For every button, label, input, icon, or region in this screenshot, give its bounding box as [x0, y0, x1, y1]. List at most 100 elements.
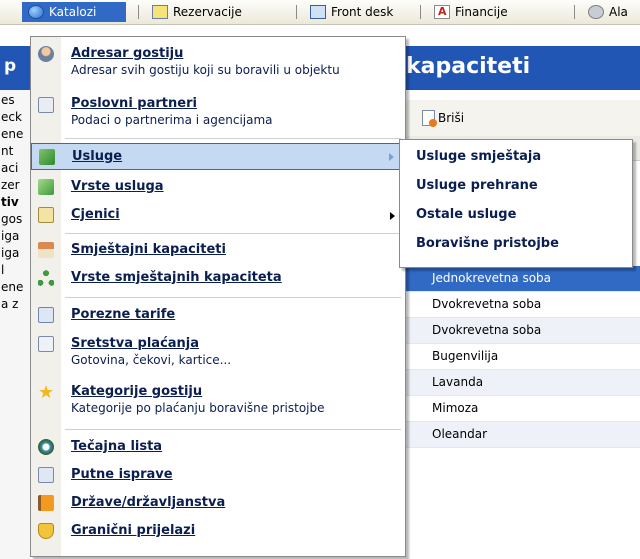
menu-item-label: Vrste usluga — [71, 179, 164, 194]
left-panel-item[interactable]: zer — [0, 177, 30, 194]
submenu-item-ostale-usluge[interactable]: Ostale usluge — [416, 207, 516, 222]
menu-item-label: Granični prijelazi — [71, 523, 196, 538]
menu-financije[interactable]: A Financije — [428, 2, 514, 22]
menu-item-label: Putne isprave — [71, 467, 173, 482]
menu-item-tecajna-lista[interactable]: Tečajna lista — [31, 435, 405, 460]
submenu-item-usluge-smjestaja[interactable]: Usluge smještaja — [416, 149, 541, 164]
left-panel-item[interactable]: nt — [0, 143, 30, 160]
delete-button-label: Briši — [438, 111, 465, 125]
price-list-icon — [38, 207, 54, 223]
delete-doc-icon — [422, 110, 437, 127]
payment-card-icon — [38, 336, 54, 352]
menu-item-description: Gotovina, čekovi, kartice... — [71, 353, 232, 367]
menu-separator — [138, 5, 139, 19]
menu-separator — [296, 5, 297, 19]
table-row[interactable]: Mimoza — [404, 396, 640, 422]
menu-katalozi[interactable]: Katalozi — [22, 2, 126, 22]
menu-item-label: Tečajna lista — [71, 439, 163, 454]
left-panel-item[interactable]: es — [0, 92, 30, 109]
table-row[interactable]: Lavanda — [404, 370, 640, 396]
left-panel: es eck ene nt aci zer tiv gos iga iga l … — [0, 90, 30, 559]
menu-item-smjestajni-kapaciteti[interactable]: Smještajni kapaciteti — [31, 238, 405, 263]
menu-item-usluge[interactable]: Usluge — [31, 143, 405, 170]
house-icon — [38, 242, 54, 258]
left-panel-header: p — [0, 46, 30, 90]
left-panel-item[interactable]: ene — [0, 279, 30, 296]
menu-item-label: Usluge — [72, 149, 123, 164]
menu-item-label: Kategorije gostiju — [71, 384, 203, 399]
menu-rezervacije[interactable]: Rezervacije — [146, 2, 248, 22]
submenu-arrow-icon — [389, 153, 394, 161]
menu-item-label: Adresar gostiju — [71, 46, 184, 61]
menu-item-label: Države/državljanstva — [71, 495, 226, 510]
finance-icon: A — [434, 5, 450, 19]
left-panel-item[interactable]: gos — [0, 211, 30, 228]
menu-item-vrste-smjestajnih[interactable]: Vrste smještajnih kapaciteta — [31, 266, 405, 291]
menu-separator — [65, 429, 401, 430]
table-row[interactable]: Jednokrevetna soba — [404, 266, 640, 292]
menu-item-adresar-gostiju[interactable]: Adresar gostiju Adresar svih gostiju koj… — [31, 41, 405, 85]
left-panel-header-text: p — [4, 56, 17, 76]
menubar: Katalozi Rezervacije Front desk A Financ… — [0, 0, 640, 25]
katalozi-dropdown: Adresar gostiju Adresar svih gostiju koj… — [30, 36, 406, 557]
menu-rezervacije-label: Rezervacije — [173, 5, 242, 19]
tax-document-icon — [38, 307, 54, 323]
table-row[interactable]: Dvokrevetna soba — [404, 318, 640, 344]
menu-item-kategorije-gostiju[interactable]: ★ Kategorije gostiju Kategorije po plaća… — [31, 379, 405, 423]
menu-item-cjenici[interactable]: Cjenici — [31, 203, 405, 228]
page-title: kapaciteti — [406, 54, 531, 79]
toolbar: Briši — [404, 100, 640, 136]
menu-item-label: Smještajni kapaciteti — [71, 242, 226, 257]
menu-item-porezne-tarife[interactable]: Porezne tarife — [31, 303, 405, 328]
menu-item-description: Adresar svih gostiju koji su boravili u … — [71, 63, 340, 77]
table-row[interactable]: Bugenvilija — [404, 344, 640, 370]
menu-katalozi-label: Katalozi — [49, 5, 97, 19]
menu-item-description: Kategorije po plaćanju boravišne pristoj… — [71, 401, 325, 415]
menu-item-putne-isprave[interactable]: Putne isprave — [31, 463, 405, 488]
left-panel-item[interactable]: l — [0, 262, 30, 279]
submenu-item-boravisne-pristojbe[interactable]: Boravišne pristojbe — [416, 236, 559, 251]
left-panel-item[interactable]: iga — [0, 245, 30, 262]
menu-item-sretstva-placanja[interactable]: Sretstva plaćanja Gotovina, čekovi, kart… — [31, 331, 405, 375]
menu-item-label: Cjenici — [71, 207, 120, 222]
menu-separator — [65, 138, 401, 139]
puzzle-icon — [39, 149, 55, 165]
menu-item-label: Poslovni partneri — [71, 96, 197, 111]
passport-icon — [38, 467, 54, 483]
capacity-list: Jednokrevetna soba Dvokrevetna soba Dvok… — [404, 266, 640, 448]
hierarchy-icon — [38, 270, 54, 286]
partner-card-icon — [38, 97, 54, 113]
menu-financije-label: Financije — [455, 5, 508, 19]
menu-item-label: Sretstva plaćanja — [71, 336, 200, 351]
flag-icon — [38, 495, 54, 511]
submenu-item-usluge-prehrane[interactable]: Usluge prehrane — [416, 178, 538, 193]
star-icon: ★ — [38, 382, 55, 403]
puzzle-grid-icon — [38, 179, 54, 195]
submenu-arrow-icon — [390, 212, 395, 220]
menu-item-vrste-usluga[interactable]: Vrste usluga — [31, 175, 405, 200]
usluge-submenu: Usluge smještaja Usluge prehrane Ostale … — [399, 139, 633, 268]
left-panel-item[interactable]: eck — [0, 109, 30, 126]
menu-ala-label: Ala — [609, 5, 628, 19]
menu-separator — [574, 5, 575, 19]
left-panel-item[interactable]: iga — [0, 228, 30, 245]
front-desk-icon — [310, 5, 326, 19]
menu-separator — [65, 233, 401, 234]
menu-item-description: Podaci o partnerima i agencijama — [71, 113, 273, 127]
menu-ala[interactable]: Ala — [582, 2, 634, 22]
delete-button[interactable]: Briši — [422, 110, 465, 127]
table-row[interactable]: Dvokrevetna soba — [404, 292, 640, 318]
reservation-icon — [152, 5, 168, 19]
menu-item-poslovni-partneri[interactable]: Poslovni partneri Podaci o partnerima i … — [31, 91, 405, 135]
left-panel-item[interactable]: aci — [0, 160, 30, 177]
globe-icon — [28, 5, 44, 19]
table-row[interactable]: Oleandar — [404, 422, 640, 448]
gear-icon — [588, 5, 604, 19]
left-panel-item[interactable]: ene — [0, 126, 30, 143]
left-panel-item[interactable]: tiv — [0, 194, 30, 211]
menu-front-desk[interactable]: Front desk — [304, 2, 399, 22]
menu-item-granicni-prijelazi[interactable]: Granični prijelazi — [31, 519, 405, 544]
menu-item-label: Porezne tarife — [71, 307, 176, 322]
menu-item-drzave[interactable]: Države/državljanstva — [31, 491, 405, 516]
left-panel-item[interactable]: a z — [0, 296, 30, 313]
